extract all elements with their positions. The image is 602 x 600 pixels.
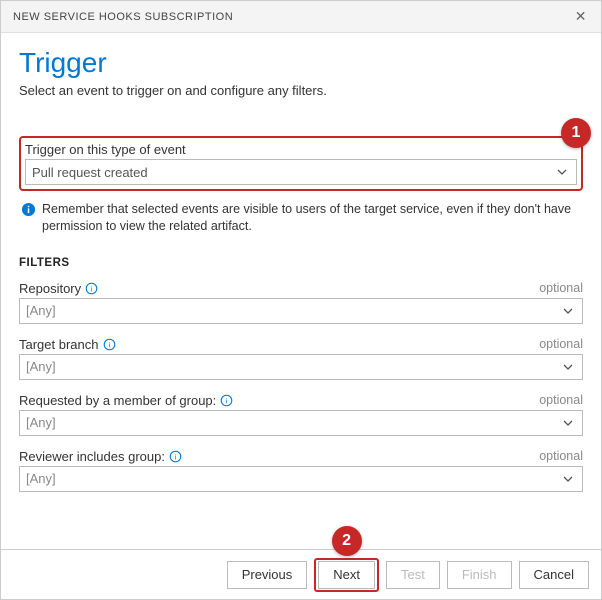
finish-button[interactable]: Finish [447,561,512,589]
callout-next: 2 Next [314,558,379,592]
filter-requested-by-group-value: [Any] [26,415,56,430]
optional-label: optional [539,449,583,463]
info-icon [21,202,36,217]
svg-text:i: i [91,284,93,293]
chevron-down-icon [556,166,568,178]
optional-label: optional [539,393,583,407]
filter-requested-by-group: Requested by a member of group: i option… [19,393,583,436]
help-icon[interactable]: i [85,282,98,295]
filter-repository-label: Repository [19,281,81,296]
callout-event-type: 1 Trigger on this type of event Pull req… [19,136,583,191]
cancel-button[interactable]: Cancel [519,561,589,589]
dialog-footer: Previous 2 Next Test Finish Cancel [1,549,601,599]
svg-text:i: i [108,340,110,349]
dialog-title: NEW SERVICE HOOKS SUBSCRIPTION [13,11,233,23]
filter-repository-select[interactable]: [Any] [19,298,583,324]
filter-requested-by-group-select[interactable]: [Any] [19,410,583,436]
optional-label: optional [539,281,583,295]
titlebar: NEW SERVICE HOOKS SUBSCRIPTION ✕ [1,1,601,33]
chevron-down-icon [562,361,574,373]
info-text: Remember that selected events are visibl… [42,201,583,235]
filter-repository: Repository i optional [Any] [19,281,583,324]
help-icon[interactable]: i [220,394,233,407]
event-type-select[interactable]: Pull request created [25,159,577,185]
filter-reviewer-group-value: [Any] [26,471,56,486]
optional-label: optional [539,337,583,351]
filter-reviewer-group: Reviewer includes group: i optional [Any… [19,449,583,492]
chevron-down-icon [562,473,574,485]
filter-target-branch-value: [Any] [26,359,56,374]
filter-target-branch-label: Target branch [19,337,99,352]
svg-text:i: i [226,396,228,405]
page-subtitle: Select an event to trigger on and config… [19,83,583,98]
filter-target-branch: Target branch i optional [Any] [19,337,583,380]
filter-reviewer-group-select[interactable]: [Any] [19,466,583,492]
filter-target-branch-select[interactable]: [Any] [19,354,583,380]
callout-badge-2: 2 [332,526,362,556]
chevron-down-icon [562,417,574,429]
event-type-value: Pull request created [32,165,148,180]
filters-heading: FILTERS [19,257,583,269]
previous-button[interactable]: Previous [227,561,308,589]
info-note: Remember that selected events are visibl… [21,201,583,235]
test-button[interactable]: Test [386,561,440,589]
filter-requested-by-group-label: Requested by a member of group: [19,393,216,408]
svg-text:i: i [175,452,177,461]
filter-reviewer-group-label: Reviewer includes group: [19,449,165,464]
callout-badge-1: 1 [561,118,591,148]
help-icon[interactable]: i [103,338,116,351]
next-button[interactable]: Next [318,561,375,589]
event-type-label: Trigger on this type of event [25,142,577,157]
dialog-content: Trigger Select an event to trigger on an… [1,33,601,565]
close-icon[interactable]: ✕ [571,4,591,29]
help-icon[interactable]: i [169,450,182,463]
chevron-down-icon [562,305,574,317]
page-title: Trigger [19,47,583,79]
filter-repository-value: [Any] [26,303,56,318]
